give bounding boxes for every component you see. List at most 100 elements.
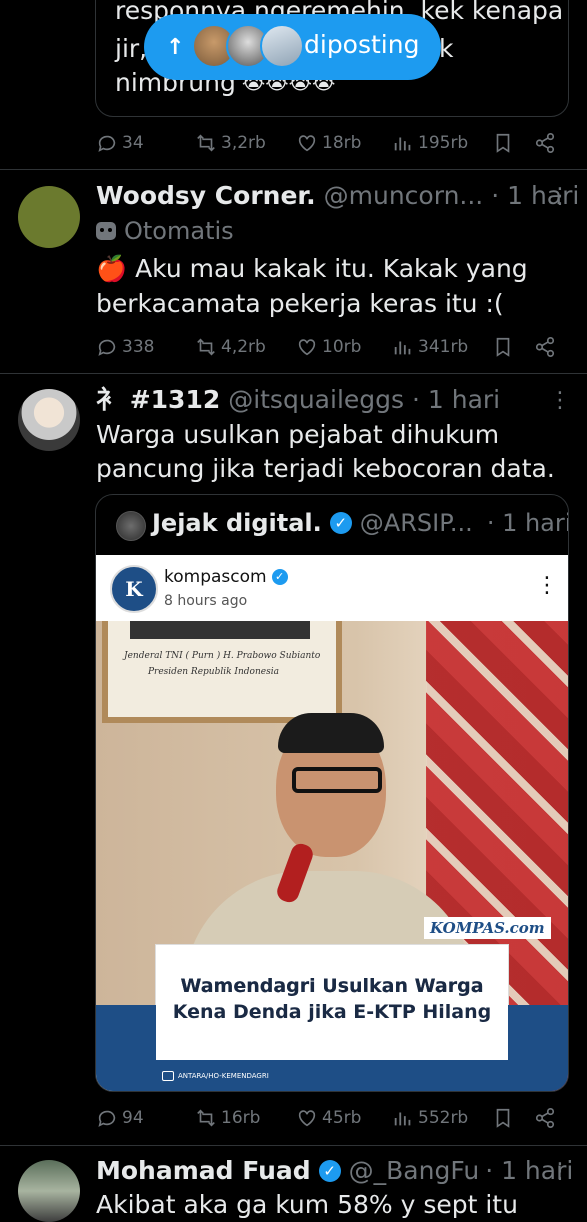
new-posts-pill[interactable]: ↑ diposting — [144, 14, 441, 80]
repost-count: 16rb — [221, 1108, 261, 1128]
frame-caption-1: Jenderal TNI ( Purn ) H. Prabowo Subiant… — [124, 651, 321, 661]
author-name[interactable]: Woodsy Corner. — [96, 181, 316, 210]
verified-badge-icon: ✓ — [329, 512, 352, 534]
more-options-icon[interactable]: ⋮ — [549, 186, 571, 208]
views-button[interactable]: 552rb — [392, 1107, 468, 1129]
avatar-itsquaileggs[interactable] — [18, 389, 80, 451]
tweet3-text-line2: pancung jika terjadi kebocoran data. — [96, 454, 555, 483]
author-name[interactable]: Mohamad Fuad — [96, 1155, 311, 1187]
reply-button[interactable]: 34 — [96, 132, 144, 154]
like-count: 18rb — [322, 133, 362, 153]
more-options-icon[interactable]: ⋮ — [549, 1161, 571, 1183]
share-icon — [535, 133, 555, 153]
views-icon — [394, 137, 411, 151]
views-button[interactable]: 341rb — [392, 336, 468, 358]
person-hair — [278, 713, 384, 753]
arrow-up-icon: ↑ — [166, 34, 185, 60]
divider — [0, 373, 587, 374]
share-icon — [535, 1108, 555, 1128]
repost-icon — [197, 338, 215, 356]
views-count: 552rb — [418, 1108, 469, 1128]
quoted-header: Jejak digital. ✓ @ARSIP... · 1 hari — [152, 509, 568, 537]
tweet3-header: ⻂ #1312 @itsquaileggs · 1 hari — [96, 384, 500, 416]
person-glasses — [292, 767, 382, 793]
reply-count: 338 — [122, 337, 155, 357]
reply-button[interactable]: 338 — [96, 336, 154, 358]
pill-avatar-3 — [260, 24, 304, 68]
headline-line2-front: Kena Denda jika E-KTP Hilang — [172, 1001, 492, 1023]
camera-icon — [162, 1071, 174, 1081]
robot-icon — [96, 222, 116, 240]
quoted-text-line2a: jir, — [115, 34, 148, 63]
repost-button[interactable]: 4,2rb — [195, 336, 266, 358]
ig-post-time: 8 hours ago — [164, 593, 248, 609]
headline-line1-front: Wamendagri Usulkan Warga — [180, 975, 484, 997]
repost-icon — [197, 134, 215, 152]
ig-avatar: K — [110, 565, 158, 613]
quoted-tweet-card[interactable]: Jejak digital. ✓ @ARSIP... · 1 hari K ko… — [95, 494, 569, 1092]
bookmark-button[interactable] — [492, 1107, 514, 1129]
photo-credit-text: ANTARA/HO-KEMENDAGRI — [178, 1072, 269, 1080]
post-time[interactable]: · 1 hari — [412, 385, 500, 414]
repost-count: 3,2rb — [221, 133, 266, 153]
quoted-post-time[interactable]: · 1 hari — [487, 509, 568, 537]
views-count: 195rb — [418, 133, 469, 153]
heart-icon — [298, 135, 316, 152]
tweet4-text-peek: Akibat aka ga kum 58% y sept itu — [96, 1190, 518, 1219]
photo-credit: ANTARA/HO-KEMENDAGRI — [162, 1071, 269, 1081]
like-button[interactable]: 10rb — [296, 336, 361, 358]
views-icon — [394, 341, 411, 355]
share-icon — [535, 337, 555, 357]
quoted-media[interactable]: K kompascom ✓ 8 hours ago ⋮ Jenderal TNI… — [96, 555, 568, 1091]
like-count: 10rb — [322, 337, 362, 357]
share-button[interactable] — [534, 1107, 556, 1129]
views-button[interactable]: 195rb — [392, 132, 468, 154]
frame-caption-2: Presiden Republik Indonesia — [148, 667, 279, 677]
author-handle[interactable]: @muncorn... — [324, 181, 484, 210]
author-handle[interactable]: @_BangFu — [349, 1155, 480, 1187]
ig-account-row: kompascom ✓ — [164, 567, 288, 587]
more-options-icon[interactable]: ⋮ — [549, 390, 571, 412]
repost-icon — [197, 1109, 215, 1127]
views-count: 341rb — [418, 337, 469, 357]
views-icon — [394, 1112, 411, 1126]
quoted-author-handle[interactable]: @ARSIP... — [360, 509, 473, 537]
author-name[interactable]: ⻂ #1312 — [96, 385, 220, 414]
ig-account-name: kompascom — [164, 567, 267, 587]
tweet3-text-line1: Warga usulkan pejabat dihukum — [96, 420, 500, 449]
avatar-woodsy[interactable] — [18, 186, 80, 248]
quoted-avatar[interactable] — [116, 511, 146, 541]
repost-count: 4,2rb — [221, 337, 266, 357]
frame: Jenderal TNI ( Purn ) H. Prabowo Subiant… — [102, 621, 342, 723]
tweet2-text-line1: 🍎 Aku mau kakak itu. Kakak yang — [96, 254, 528, 283]
tweet4-header: Mohamad Fuad ✓ @_BangFu · 1 hari — [96, 1155, 573, 1187]
reply-icon — [98, 1110, 116, 1127]
divider — [0, 1145, 587, 1146]
tweet2-header: Woodsy Corner. @muncorn... · 1 hari — [96, 180, 579, 212]
avatar-bangfu[interactable] — [18, 1160, 80, 1222]
bookmark-button[interactable] — [492, 132, 514, 154]
quoted-author-name[interactable]: Jejak digital. — [152, 509, 322, 537]
ig-verified-icon: ✓ — [271, 569, 288, 585]
automated-label: Otomatis — [96, 216, 234, 246]
like-button[interactable]: 18rb — [296, 132, 361, 154]
kompas-brand: KOMPAS.com — [424, 917, 551, 939]
like-button[interactable]: 45rb — [296, 1107, 361, 1129]
automated-text: Otomatis — [124, 217, 234, 245]
bookmark-icon — [496, 337, 510, 357]
repost-button[interactable]: 16rb — [195, 1107, 260, 1129]
reply-icon — [98, 339, 116, 356]
author-handle[interactable]: @itsquaileggs — [228, 385, 404, 414]
share-button[interactable] — [534, 336, 556, 358]
heart-icon — [298, 1110, 316, 1127]
share-button[interactable] — [534, 132, 556, 154]
tweet2-text-line2: berkacamata pekerja keras itu :( — [96, 289, 504, 318]
reply-count: 34 — [122, 133, 144, 153]
repost-button[interactable]: 3,2rb — [195, 132, 266, 154]
verified-badge-icon: ✓ — [318, 1160, 341, 1182]
heart-icon — [298, 339, 316, 356]
reply-count: 94 — [122, 1108, 144, 1128]
reply-button[interactable]: 94 — [96, 1107, 144, 1129]
bookmark-button[interactable] — [492, 336, 514, 358]
quoted-text-line2b: k — [439, 34, 454, 63]
